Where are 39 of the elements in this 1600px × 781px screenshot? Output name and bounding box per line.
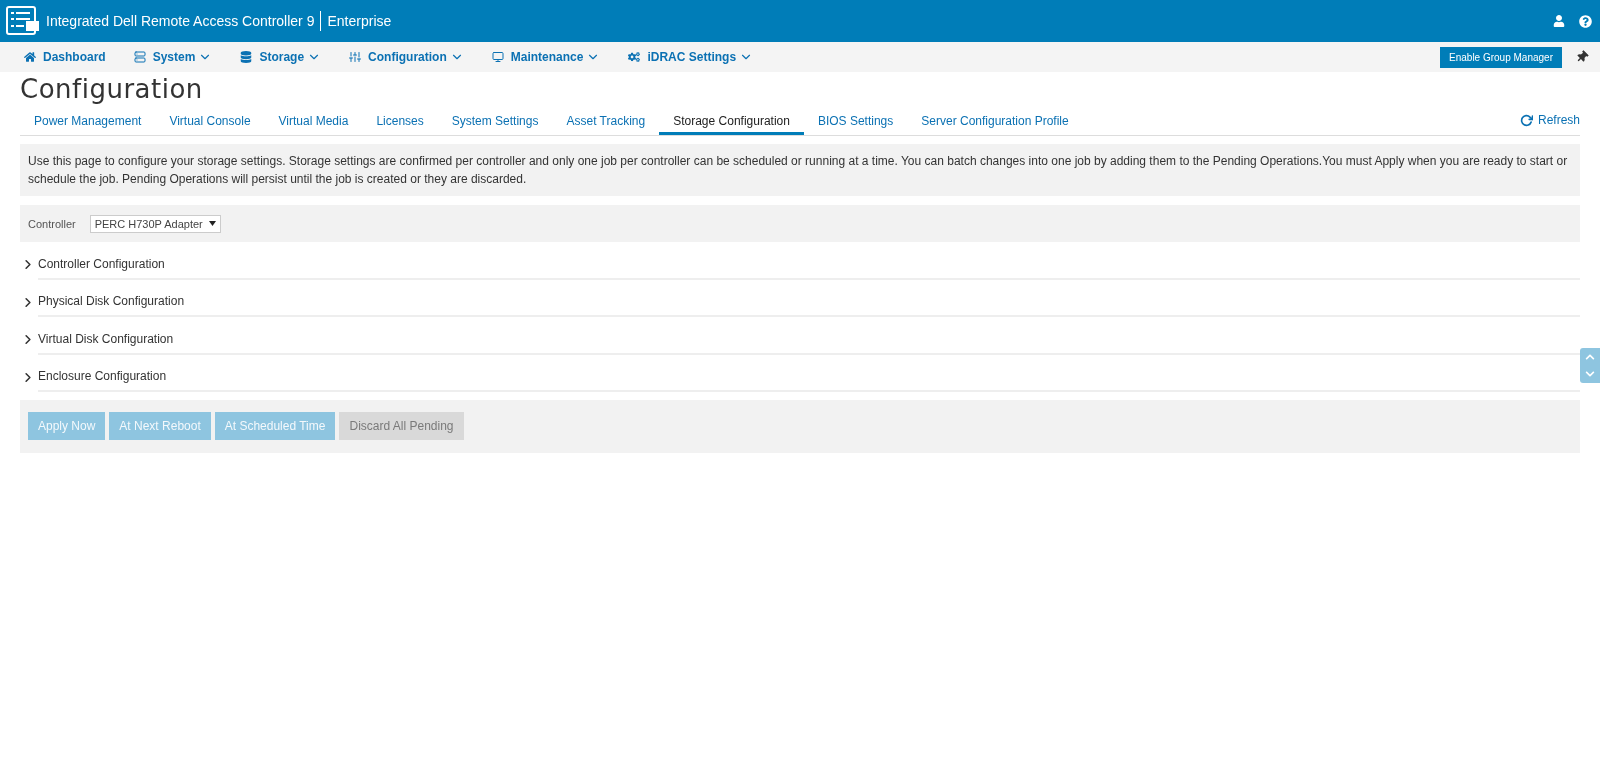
section-header[interactable]: Virtual Disk Configuration <box>38 325 1580 355</box>
product-name: Integrated Dell Remote Access Controller 9 <box>46 13 315 29</box>
nav-menu-item[interactable]: System <box>133 50 213 64</box>
tab[interactable]: Power Management <box>20 110 156 135</box>
nav-menu-item[interactable]: Configuration <box>349 50 464 64</box>
section-header[interactable]: Physical Disk Configuration <box>38 287 1580 317</box>
tab[interactable]: Licenses <box>362 110 438 135</box>
refresh-link[interactable]: Refresh <box>1519 113 1580 135</box>
nav-menu-item[interactable]: Storage <box>240 50 322 64</box>
controller-select[interactable]: PERC H730P Adapter <box>89 214 221 233</box>
home-icon <box>24 51 36 63</box>
tab[interactable]: Asset Tracking <box>552 110 660 135</box>
action-button[interactable]: Discard All Pending <box>339 412 464 440</box>
gears-icon <box>628 51 641 63</box>
section-header[interactable]: Controller Configuration <box>38 250 1580 280</box>
tab[interactable]: Server Configuration Profile <box>907 110 1083 135</box>
tab[interactable]: System Settings <box>437 110 553 135</box>
info-text: Use this page to configure your storage settings. Storage settings are confirmed per controller and only one job per controller can be scheduled or running at a time. You can batch changes into one job by adding them to the Pending Operations.You must Apply when you are ready to start or schedule the job. Pending Operations will persist until the job is created or they are discarded. <box>20 144 1580 196</box>
edition-label: Enterprise <box>327 13 392 29</box>
tab[interactable]: Storage Configuration <box>659 110 804 135</box>
page-title: Configuration <box>20 74 204 104</box>
enable-group-manager-button[interactable]: Enable Group Manager <box>1440 46 1562 68</box>
refresh-icon <box>1519 113 1533 127</box>
tab[interactable]: BIOS Settings <box>803 110 908 135</box>
controller-label: Controller <box>28 217 76 230</box>
dropdown-arrow-icon <box>208 221 216 226</box>
nav-menu-item[interactable]: Maintenance <box>491 50 601 64</box>
server-icon <box>6 6 40 36</box>
nav-menu-item[interactable]: Dashboard <box>24 50 106 64</box>
user-icon[interactable] <box>1553 15 1565 27</box>
help-icon[interactable] <box>1579 14 1592 28</box>
section-header[interactable]: Enclosure Configuration <box>38 362 1580 392</box>
tab[interactable]: Virtual Console <box>155 110 265 135</box>
tab[interactable]: Virtual Media <box>264 110 363 135</box>
database-icon <box>240 51 253 63</box>
sliders-icon <box>349 51 362 63</box>
server-icon <box>133 51 146 63</box>
nav-menu-item[interactable]: iDRAC Settings <box>628 50 754 64</box>
monitor-icon <box>491 51 504 63</box>
